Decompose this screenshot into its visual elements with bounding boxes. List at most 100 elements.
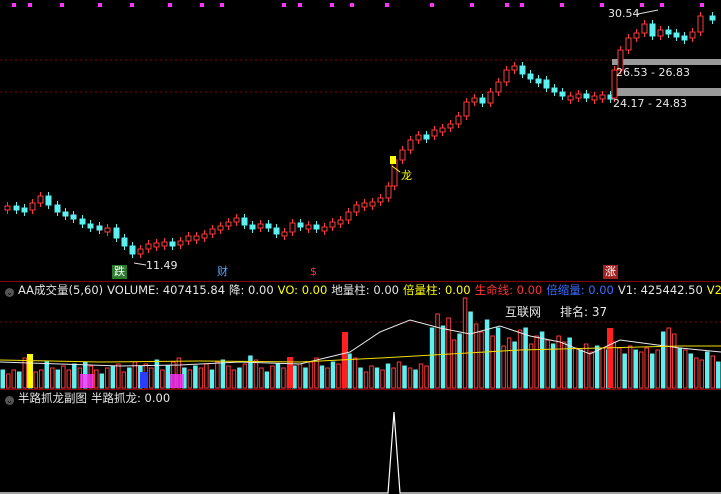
- volume-bar: [616, 347, 622, 389]
- volume-bar: [314, 357, 319, 389]
- volume-bar: [6, 373, 11, 389]
- vo-value: VO: 0.00: [277, 283, 328, 297]
- volume-bar: [193, 365, 198, 389]
- volume-bar: [17, 371, 22, 389]
- collapse-icon[interactable]: ⌄: [5, 288, 14, 297]
- candle-body: [70, 214, 77, 220]
- indicator-panel[interactable]: ⌄ 半路抓龙副图 半路抓龙: 0.00: [0, 389, 721, 494]
- price-chart-panel[interactable]: 30.54 11.49 26.53 - 26.83 24.17 - 24.83 …: [0, 0, 721, 281]
- volume-bar: [633, 349, 638, 389]
- volume-bar: [457, 333, 462, 389]
- candle-body: [511, 65, 518, 71]
- top-marker: [282, 3, 286, 7]
- volume-bar: [550, 343, 556, 389]
- candle-body: [153, 242, 160, 248]
- price-min-label: 11.49: [146, 259, 178, 272]
- volume-bar: [110, 365, 116, 389]
- volume-bar: [204, 363, 209, 389]
- volume-bar: [704, 351, 710, 389]
- volume-bar: [369, 365, 374, 389]
- volume-bar: [99, 373, 105, 389]
- volume-bar: [160, 369, 165, 389]
- indicator-name[interactable]: AA成交量(5,60): [18, 283, 103, 297]
- volume-bar: [693, 357, 699, 389]
- candle-body: [313, 224, 320, 230]
- candle-body: [201, 233, 208, 239]
- candle-body: [177, 240, 184, 246]
- candle-body: [479, 97, 486, 104]
- candle-body: [591, 95, 598, 101]
- volume-chart[interactable]: [0, 282, 721, 390]
- volume-bar: [583, 343, 589, 389]
- signal-zhang: 涨: [603, 265, 618, 279]
- candle-body: [249, 224, 256, 230]
- volume-bar: [242, 363, 248, 389]
- volume-bar: [545, 339, 550, 389]
- candle-body: [447, 123, 454, 129]
- candle-body: [439, 127, 446, 133]
- candle-body: [543, 79, 550, 89]
- volume-bar: [270, 365, 275, 389]
- candle-body: [583, 93, 590, 99]
- candle-body: [4, 205, 11, 211]
- top-marker: [130, 3, 134, 7]
- top-marker: [385, 3, 389, 7]
- candle-body: [62, 211, 69, 217]
- volume-bar: [572, 347, 578, 389]
- volume-bar: [446, 317, 451, 389]
- volume-bar: [116, 363, 121, 389]
- volume-bar: [424, 365, 429, 389]
- indicator-title[interactable]: 半路抓龙副图: [18, 391, 87, 405]
- volume-bar: [396, 361, 402, 389]
- volume-panel[interactable]: ⌄ AA成交量(5,60) VOLUME: 407415.84 降: 0.00 VO: …: [0, 281, 721, 390]
- volume-bar: [594, 345, 600, 389]
- collapse-icon[interactable]: ⌄: [5, 396, 14, 405]
- top-marker: [700, 3, 704, 7]
- candle-body: [575, 93, 582, 99]
- candle-body: [225, 221, 232, 227]
- candle-body: [527, 73, 534, 80]
- top-marker: [520, 3, 524, 7]
- top-marker: [470, 3, 474, 7]
- volume-bar: [61, 365, 66, 389]
- candle-body: [209, 228, 216, 235]
- candlestick-chart[interactable]: [0, 0, 721, 281]
- volume-bar: [319, 365, 325, 389]
- volume-bar: [671, 333, 677, 389]
- indicator-chart[interactable]: [0, 390, 721, 494]
- volume-bar: [55, 369, 61, 389]
- candle-body: [45, 195, 52, 206]
- candle-body: [377, 197, 384, 203]
- volume-bar: [699, 359, 704, 389]
- candle-body: [415, 134, 422, 141]
- candle-body: [673, 32, 680, 38]
- volume-bar: [292, 365, 297, 389]
- top-marker: [430, 3, 434, 7]
- candle-body: [599, 94, 606, 100]
- candle-body: [21, 207, 28, 213]
- volume-bar: [253, 359, 259, 389]
- signal-die: 跌: [112, 265, 127, 279]
- candle-body: [145, 243, 152, 250]
- volume-bar: [644, 347, 649, 389]
- volume-bar: [39, 369, 44, 389]
- candle-body: [113, 227, 120, 239]
- candle-body: [625, 37, 632, 51]
- band-upper-label: 26.53 - 26.83: [616, 66, 690, 79]
- candle-body: [567, 95, 574, 101]
- shengmingxian-value: 生命线: 0.00: [474, 283, 543, 297]
- volume-bar: [297, 363, 303, 389]
- price-max-label: 30.54: [608, 7, 640, 20]
- volume-bar: [490, 335, 495, 389]
- candle-body: [559, 91, 566, 97]
- volume-bar: [281, 367, 286, 389]
- volume-bar: [528, 343, 534, 389]
- volume-bar: [479, 331, 484, 389]
- volume-bar: [105, 367, 110, 389]
- candle-body: [233, 217, 240, 223]
- rank-label: 排名: 37: [560, 305, 608, 319]
- volume-bar-highlight: [607, 328, 613, 388]
- top-marker: [60, 3, 64, 7]
- candle-body: [369, 201, 376, 207]
- beisuoliang-value: 倍缩量: 0.00: [546, 283, 614, 297]
